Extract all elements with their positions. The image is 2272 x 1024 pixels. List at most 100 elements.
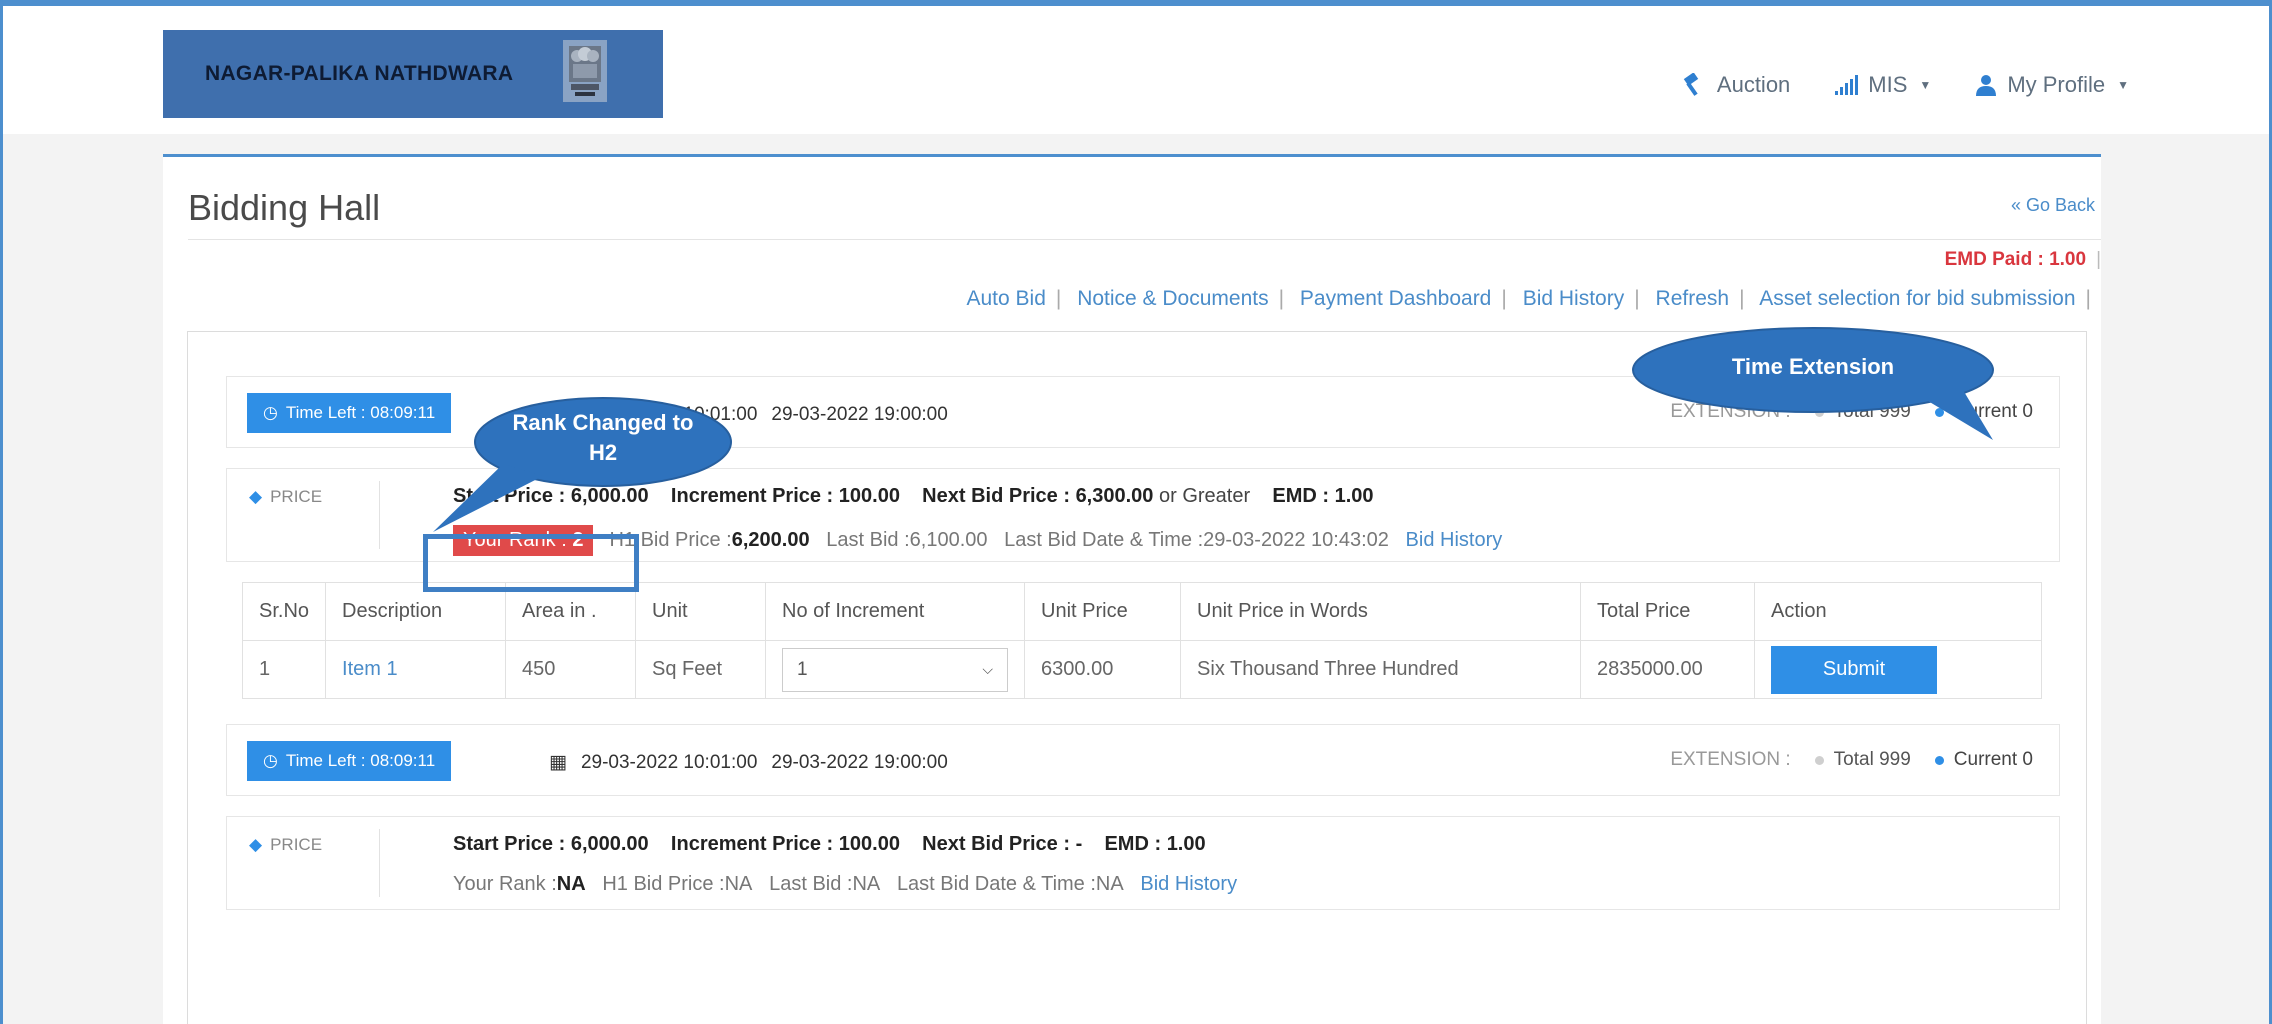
org-name: NAGAR-PALIKA NATHDWARA bbox=[205, 62, 514, 85]
gavel-icon bbox=[1683, 73, 1699, 96]
nav-mis[interactable]: MIS ▼ bbox=[1834, 72, 1931, 98]
extension-current: Current 0 bbox=[1953, 749, 2033, 770]
time-left-badge: ◷ Time Left : 08:09:11 bbox=[247, 741, 452, 781]
col-no-of-increment: No of Increment bbox=[765, 582, 1026, 641]
col-action: Action bbox=[1754, 582, 2042, 641]
cell-increment: 1 ⌵ bbox=[765, 640, 1026, 699]
nav-auction[interactable]: Auction bbox=[1681, 72, 1790, 98]
tag-icon: ◆ bbox=[249, 487, 263, 506]
calendar-icon: ▦ bbox=[549, 752, 567, 773]
link-payment-dashboard[interactable]: Payment Dashboard bbox=[1300, 287, 1491, 310]
rank-changed-callout: Rank Changed to H2 bbox=[433, 394, 733, 534]
col-unit-price-words: Unit Price in Words bbox=[1180, 582, 1582, 641]
last-bid-label: Last Bid : bbox=[769, 873, 853, 895]
current-dot-icon bbox=[1934, 755, 1944, 765]
time-extension-text: Time Extension bbox=[1731, 354, 1895, 379]
page-title: Bidding Hall bbox=[188, 187, 381, 228]
start-price-label: Start Price : bbox=[453, 833, 571, 855]
nav-my-profile[interactable]: My Profile ▼ bbox=[1975, 72, 2129, 98]
bid-history-link[interactable]: Bid History bbox=[1406, 529, 1503, 552]
lot-2-time-row: ◷ Time Left : 08:09:11 ▦ 29-03-2022 10:0… bbox=[226, 724, 2060, 796]
link-notice-documents[interactable]: Notice & Documents bbox=[1077, 287, 1268, 310]
chevron-down-icon: ▼ bbox=[1919, 78, 1932, 92]
start-price-value: 6,000.00 bbox=[570, 833, 649, 855]
emd-paid-text: EMD Paid : 1.00 bbox=[1944, 249, 2087, 270]
increment-select[interactable]: 1 ⌵ bbox=[782, 647, 1009, 692]
your-rank-value: NA bbox=[556, 873, 586, 895]
h1-label: H1 Bid Price : bbox=[602, 873, 725, 895]
nav-my-profile-label: My Profile bbox=[2007, 72, 2106, 97]
col-total-price: Total Price bbox=[1580, 582, 1756, 641]
next-bid-label: Next Bid Price : bbox=[922, 485, 1076, 507]
increment-value: 100.00 bbox=[838, 833, 900, 855]
auction-dates: ▦ 29-03-2022 10:01:00 29-03-2022 19:00:0… bbox=[549, 751, 948, 774]
next-bid-value: - bbox=[1075, 833, 1083, 855]
rank-highlight-outline bbox=[423, 534, 639, 592]
nav-mis-label: MIS bbox=[1868, 72, 1908, 97]
emd-paid-status: EMD Paid : 1.00 | bbox=[1945, 249, 2101, 271]
rank-details: Your Rank : NA H1 Bid Price : NA Last Bi… bbox=[453, 873, 1237, 896]
top-navbar: NAGAR-PALIKA NATHDWARA Auction MIS ▼ My … bbox=[3, 6, 2269, 134]
cell-action: Submit bbox=[1754, 640, 2042, 699]
link-bid-history[interactable]: Bid History bbox=[1523, 287, 1625, 310]
end-date: 29-03-2022 19:00:00 bbox=[771, 751, 948, 773]
price-label: ◆ PRICE bbox=[249, 835, 323, 854]
time-extension-callout: Time Extension bbox=[1623, 324, 2013, 442]
price-details: Start Price : 6,000.00 Increment Price :… bbox=[453, 833, 1206, 856]
emd-label: EMD : bbox=[1272, 485, 1335, 507]
separator: | bbox=[2096, 249, 2101, 270]
user-icon bbox=[1976, 75, 1997, 96]
extension-label: EXTENSION : bbox=[1670, 749, 1791, 770]
end-date: 29-03-2022 19:00:00 bbox=[771, 403, 948, 425]
next-bid-label: Next Bid Price : bbox=[922, 833, 1076, 855]
emd-value: 1.00 bbox=[1166, 833, 1206, 855]
lot-1-items-table: Sr.No Description Area in . Unit No of I… bbox=[226, 582, 2060, 699]
org-logo-banner[interactable]: NAGAR-PALIKA NATHDWARA bbox=[163, 30, 663, 118]
time-left-text: Time Left : 08:09:11 bbox=[285, 403, 436, 422]
bid-history-link[interactable]: Bid History bbox=[1140, 873, 1237, 896]
nav-auction-label: Auction bbox=[1716, 72, 1791, 97]
last-bid-value: 6,100.00 bbox=[909, 529, 988, 551]
extension-total: Total 999 bbox=[1833, 749, 1911, 770]
cell-total-price: 2835000.00 bbox=[1580, 640, 1756, 699]
next-bid-value: 6,300.00 bbox=[1075, 485, 1154, 507]
next-bid-suffix: or Greater bbox=[1158, 485, 1251, 507]
link-auto-bid[interactable]: Auto Bid bbox=[966, 287, 1045, 310]
last-bid-date-value: 29-03-2022 10:43:02 bbox=[1203, 529, 1389, 551]
col-sr-no: Sr.No bbox=[241, 582, 327, 641]
table-row: 1 Item 1 450 Sq Feet 1 ⌵ 6300.00 Six Tho… bbox=[241, 640, 2042, 699]
go-back-link[interactable]: « Go Back bbox=[2011, 195, 2095, 216]
start-date: 29-03-2022 10:01:00 bbox=[580, 751, 758, 773]
last-bid-value: NA bbox=[852, 873, 881, 895]
cell-description[interactable]: Item 1 bbox=[325, 640, 507, 699]
col-unit-price: Unit Price bbox=[1024, 582, 1182, 641]
state-emblem-icon bbox=[563, 40, 607, 102]
link-asset-selection[interactable]: Asset selection for bid submission bbox=[1759, 287, 2075, 310]
increment-value: 100.00 bbox=[838, 485, 900, 507]
cell-unit: Sq Feet bbox=[635, 640, 767, 699]
tag-icon: ◆ bbox=[249, 835, 263, 854]
lot-2-price-row: ◆ PRICE Start Price : 6,000.00 Increment… bbox=[226, 816, 2060, 910]
extension-info: EXTENSION : Total 999 Current 0 bbox=[1670, 749, 2033, 771]
title-divider bbox=[188, 239, 2101, 240]
callout-bubble-shape bbox=[1632, 327, 1994, 440]
rank-changed-text: Rank Changed to H2 bbox=[512, 410, 694, 465]
last-bid-date-value: NA bbox=[1095, 873, 1124, 895]
chevron-down-icon: ⌵ bbox=[982, 661, 994, 677]
price-label: ◆ PRICE bbox=[249, 487, 323, 506]
action-links: Auto Bid | Notice & Documents | Payment Da… bbox=[966, 287, 2091, 310]
h1-value: NA bbox=[724, 873, 753, 895]
cell-unit-price-words: Six Thousand Three Hundred bbox=[1180, 640, 1582, 699]
submit-button[interactable]: Submit bbox=[1771, 645, 1938, 694]
your-rank-label: Your Rank : bbox=[453, 873, 557, 895]
chevron-down-icon: ▼ bbox=[2117, 78, 2129, 92]
link-refresh[interactable]: Refresh bbox=[1656, 287, 1730, 310]
last-bid-date-label: Last Bid Date & Time : bbox=[1004, 529, 1204, 551]
last-bid-date-label: Last Bid Date & Time : bbox=[896, 873, 1096, 895]
time-left-text: Time Left : 08:09:11 bbox=[285, 751, 436, 770]
cell-sr-no: 1 bbox=[241, 640, 327, 699]
clock-icon: ◷ bbox=[263, 751, 278, 770]
h1-value: 6,200.00 bbox=[731, 529, 810, 551]
top-nav: Auction MIS ▼ My Profile ▼ bbox=[1681, 72, 2129, 98]
emd-label: EMD : bbox=[1104, 833, 1167, 855]
